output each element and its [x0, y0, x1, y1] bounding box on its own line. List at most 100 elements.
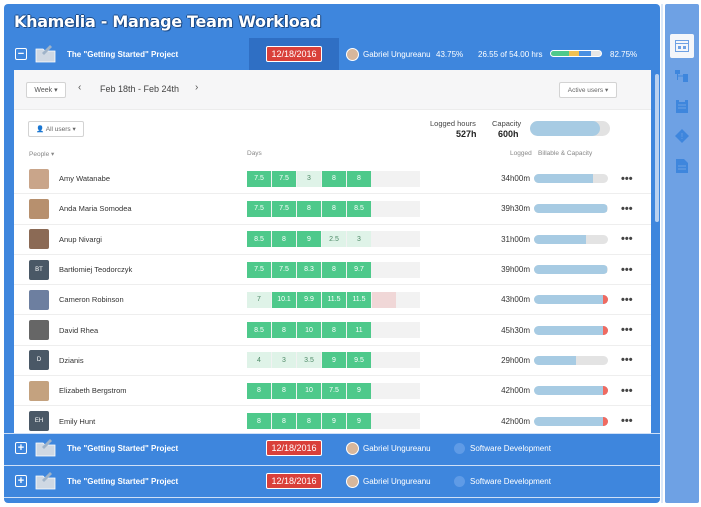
- day-cell[interactable]: 8: [247, 382, 271, 399]
- day-cell[interactable]: 8.5: [347, 200, 371, 217]
- day-cell[interactable]: 8: [322, 261, 346, 278]
- day-cell[interactable]: 8: [247, 413, 271, 430]
- day-cell[interactable]: 7.5: [322, 382, 346, 399]
- day-cell[interactable]: 8: [272, 413, 296, 430]
- more-options-icon[interactable]: •••: [621, 354, 633, 366]
- expand-icon[interactable]: +: [15, 442, 27, 454]
- document-icon[interactable]: [670, 154, 694, 178]
- project-name[interactable]: The "Getting Started" Project: [67, 477, 247, 486]
- collapse-icon[interactable]: −: [15, 48, 27, 60]
- more-options-icon[interactable]: •••: [621, 173, 633, 185]
- day-cell[interactable]: 9: [297, 231, 321, 248]
- day-cell[interactable]: 8: [322, 322, 346, 339]
- logged-hours: 45h30m: [501, 325, 530, 335]
- person-name[interactable]: Cameron Robinson: [59, 295, 124, 304]
- clipboard-icon[interactable]: [670, 94, 694, 118]
- day-cell[interactable]: 8: [297, 200, 321, 217]
- day-cell[interactable]: 11.5: [347, 291, 371, 308]
- day-cell[interactable]: 9: [322, 352, 346, 369]
- project-row[interactable]: + The "Getting Started" Project 12/18/20…: [4, 466, 660, 496]
- day-cell[interactable]: 10: [297, 382, 321, 399]
- day-cell[interactable]: 8: [297, 413, 321, 430]
- table-row[interactable]: BT Bartłomiej Teodorczyk 7.5 7.5 8.3 8 9.7 39h0…: [14, 255, 651, 286]
- day-cell[interactable]: 7.5: [272, 170, 296, 187]
- day-cell[interactable]: 7.5: [247, 200, 271, 217]
- person-name[interactable]: Anda Maria Somodea: [59, 204, 132, 213]
- prev-week-icon[interactable]: ‹: [78, 82, 81, 93]
- person-name[interactable]: Emily Hunt: [59, 417, 95, 426]
- table-row[interactable]: David Rhea 8.5 8 10 8 11 45h30m •••: [14, 315, 651, 346]
- day-cell[interactable]: 3: [297, 170, 321, 187]
- more-options-icon[interactable]: •••: [621, 385, 633, 397]
- table-row[interactable]: Anup Nivargi 8.5 8 9 2.5 3 31h00m •••: [14, 225, 651, 255]
- divider: [4, 497, 660, 498]
- day-cell[interactable]: 10: [297, 322, 321, 339]
- day-cell[interactable]: 7.5: [272, 200, 296, 217]
- day-cell[interactable]: 8.5: [247, 231, 271, 248]
- day-cell[interactable]: 9.7: [347, 261, 371, 278]
- logged-hours: 31h00m: [501, 234, 530, 244]
- day-cell[interactable]: 3.5: [297, 352, 321, 369]
- table-row[interactable]: D Dzianis 4 3 3.5 9 9.5 29h00m •••: [14, 346, 651, 377]
- project-name[interactable]: The "Getting Started" Project: [67, 50, 247, 59]
- alert-icon[interactable]: !: [670, 124, 694, 148]
- project-name[interactable]: The "Getting Started" Project: [67, 444, 247, 453]
- table-row[interactable]: Anda Maria Somodea 7.5 7.5 8 8 8.5 39h30m •••: [14, 194, 651, 225]
- person-name[interactable]: Amy Watanabe: [59, 174, 110, 183]
- workload-panel: Week ▾ ‹ Feb 18th - Feb 24th › Active us…: [14, 70, 651, 433]
- all-users-filter[interactable]: 👤 All users ▾: [28, 121, 84, 137]
- day-cell[interactable]: 8: [322, 200, 346, 217]
- day-cell[interactable]: 9: [347, 413, 371, 430]
- day-cell[interactable]: 8: [347, 170, 371, 187]
- person-name[interactable]: Dzianis: [59, 356, 84, 365]
- more-options-icon[interactable]: •••: [621, 203, 633, 215]
- table-row[interactable]: Elizabeth Bergstrom 8 8 10 7.5 9 42h00m •••: [14, 376, 651, 407]
- day-cell[interactable]: 3: [272, 352, 296, 369]
- budget-percent: 82.75%: [610, 49, 638, 59]
- week-dropdown[interactable]: Week ▾: [26, 82, 66, 98]
- more-options-icon[interactable]: •••: [621, 324, 633, 336]
- day-cell[interactable]: 11: [347, 322, 371, 339]
- hierarchy-icon[interactable]: [670, 64, 694, 88]
- calendar-icon[interactable]: [670, 34, 694, 58]
- day-cell[interactable]: 7.5: [247, 261, 271, 278]
- day-cell[interactable]: [372, 291, 396, 308]
- project-row[interactable]: + The "Getting Started" Project 12/18/20…: [4, 433, 660, 463]
- day-cell[interactable]: 8.5: [247, 322, 271, 339]
- more-options-icon[interactable]: •••: [621, 294, 633, 306]
- more-options-icon[interactable]: •••: [621, 415, 633, 427]
- day-cell[interactable]: 11.5: [322, 291, 346, 308]
- day-cell[interactable]: 4: [247, 352, 271, 369]
- day-cell[interactable]: 9.5: [347, 352, 371, 369]
- scrollbar[interactable]: [655, 74, 659, 222]
- day-cell[interactable]: 9: [322, 413, 346, 430]
- day-cell[interactable]: 2.5: [322, 231, 346, 248]
- active-users-dropdown[interactable]: Active users ▾: [559, 82, 617, 98]
- day-cell[interactable]: 8: [272, 382, 296, 399]
- day-cell[interactable]: 9: [347, 382, 371, 399]
- day-cell[interactable]: 10.1: [272, 291, 296, 308]
- day-cell[interactable]: 9.9: [297, 291, 321, 308]
- table-row[interactable]: Amy Watanabe 7.5 7.5 3 8 8 34h00m •••: [14, 164, 651, 195]
- day-cell[interactable]: 3: [347, 231, 371, 248]
- person-name[interactable]: David Rhea: [59, 326, 98, 335]
- day-cell[interactable]: 7.5: [272, 261, 296, 278]
- person-name[interactable]: Bartłomiej Teodorczyk: [59, 265, 132, 274]
- next-week-icon[interactable]: ›: [195, 82, 198, 93]
- day-cell[interactable]: 8: [272, 322, 296, 339]
- more-options-icon[interactable]: •••: [621, 233, 633, 245]
- day-cell[interactable]: 7.5: [247, 170, 271, 187]
- table-row[interactable]: Cameron Robinson 7 10.1 9.9 11.5 11.5 43h00m ••…: [14, 285, 651, 316]
- day-cell[interactable]: 8.3: [297, 261, 321, 278]
- table-row[interactable]: EH Emily Hunt 8 8 8 9 9 42h00m •••: [14, 406, 651, 433]
- people-column-header[interactable]: People ▾: [29, 150, 54, 158]
- expand-icon[interactable]: +: [15, 475, 27, 487]
- more-options-icon[interactable]: •••: [621, 264, 633, 276]
- day-cell[interactable]: 7: [247, 291, 271, 308]
- day-cell[interactable]: 8: [322, 170, 346, 187]
- person-name[interactable]: Anup Nivargi: [59, 235, 102, 244]
- project-row[interactable]: − The "Getting Started" Project 12/18/20…: [4, 38, 660, 70]
- person-name[interactable]: Elizabeth Bergstrom: [59, 386, 127, 395]
- day-cell[interactable]: 8: [272, 231, 296, 248]
- capacity-bar-fill: [534, 174, 594, 184]
